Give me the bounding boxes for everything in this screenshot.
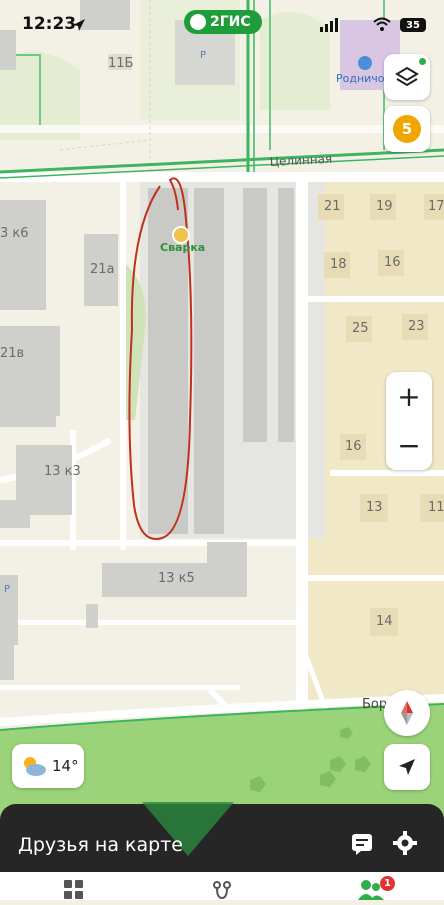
zoom-out-button[interactable]: − <box>386 421 432 470</box>
parking-icon: P <box>200 50 207 61</box>
my-location-button[interactable] <box>384 744 430 790</box>
poi-label-kindergarten[interactable]: Родничок <box>336 72 391 85</box>
kindergarten-poi-icon[interactable] <box>358 56 372 70</box>
building-label: 11 <box>428 500 444 515</box>
route-icon <box>213 881 231 900</box>
tab-dashboard[interactable] <box>64 880 84 900</box>
building-label: 13 <box>366 500 383 515</box>
weather-widget[interactable]: 14° <box>12 744 84 788</box>
building-label: 16 <box>384 255 401 270</box>
battery-indicator: 35 <box>400 18 426 32</box>
building-label: 13 к3 <box>44 464 81 479</box>
compass-icon <box>401 701 413 725</box>
chat-button[interactable] <box>350 832 374 856</box>
building-label: 18 <box>330 257 347 272</box>
chat-icon <box>352 834 372 855</box>
building-label: 13 к5 <box>158 571 195 586</box>
app-brand-badge: 2ГИС <box>184 10 262 34</box>
building-label: 25 <box>352 321 369 336</box>
building-label: 21а <box>90 262 115 277</box>
location-arrow-icon <box>73 19 85 31</box>
compass-button[interactable] <box>384 690 430 736</box>
friends-badge: 1 <box>380 876 395 891</box>
gear-icon <box>393 831 417 855</box>
layers-button[interactable] <box>384 54 430 100</box>
building-label: 19 <box>376 199 393 214</box>
zoom-in-button[interactable]: + <box>386 372 432 421</box>
layers-active-dot <box>419 58 426 65</box>
building-label: 11Б <box>108 56 134 71</box>
grid-icon <box>64 880 83 899</box>
events-count-badge: 5 <box>393 115 421 143</box>
panel-title: Друзья на карте <box>18 834 183 856</box>
poi-label-welding[interactable]: Сварка <box>160 241 205 254</box>
layers-icon <box>395 66 419 87</box>
zoom-controls: + − <box>386 372 432 470</box>
wifi-icon <box>373 17 391 31</box>
bottom-tab-bar: 1 <box>0 872 444 900</box>
building-label: 17 <box>428 199 444 214</box>
brand-logo-icon <box>190 14 206 30</box>
tab-routes[interactable] <box>212 880 232 900</box>
parking-icon: P <box>4 584 11 595</box>
building-label: 14 <box>376 614 393 629</box>
building-label: 21в <box>0 346 25 361</box>
building-label: 3 к6 <box>0 226 29 241</box>
status-bar: 12:23 2ГИС 35 <box>0 0 444 50</box>
building-label: 23 <box>408 319 425 334</box>
partly-cloudy-icon <box>24 757 46 776</box>
settings-button[interactable] <box>392 830 418 856</box>
signal-icon <box>320 18 338 32</box>
brand-name: 2ГИС <box>210 14 251 30</box>
temperature: 14° <box>52 757 79 775</box>
building-label: 21 <box>324 199 341 214</box>
status-time: 12:23 <box>22 14 77 34</box>
events-button[interactable]: 5 <box>384 106 430 152</box>
building-label: 16 <box>345 439 362 454</box>
tab-friends[interactable]: 1 <box>358 876 395 900</box>
navigation-arrow-icon <box>399 759 415 775</box>
